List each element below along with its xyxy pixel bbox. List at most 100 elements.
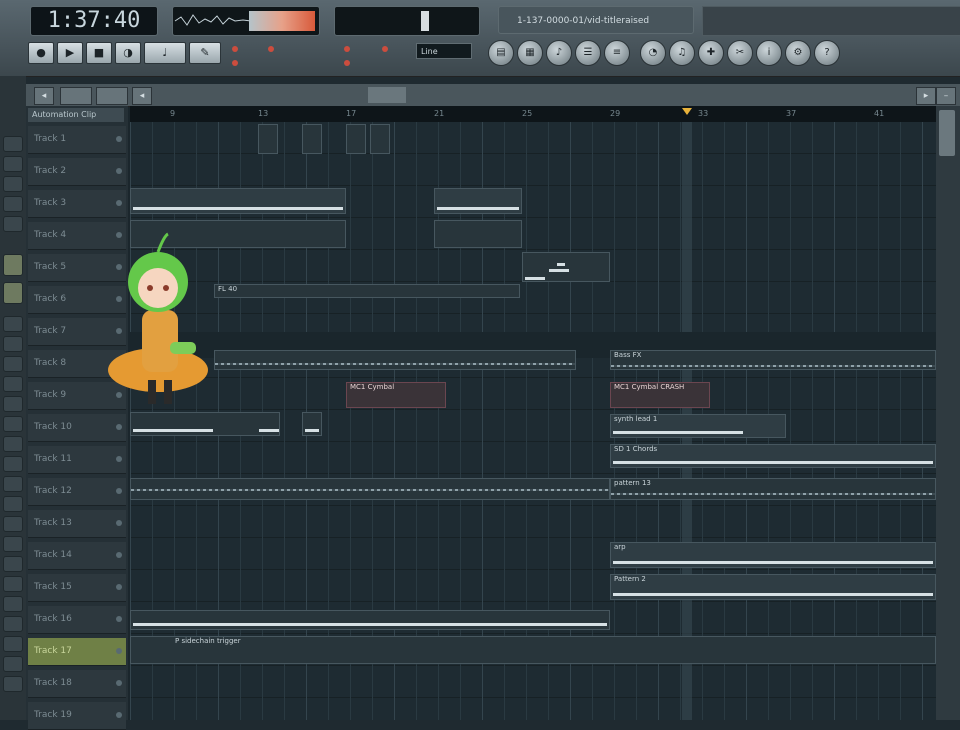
vertical-scrollbar[interactable]	[936, 106, 960, 720]
metronome-led[interactable]	[232, 46, 238, 52]
track-header[interactable]: Track 16	[28, 606, 126, 634]
tempo-button[interactable]: ♩	[144, 42, 186, 64]
vertical-scroll-thumb[interactable]	[939, 110, 955, 156]
browser-item[interactable]	[3, 496, 23, 512]
browser-item[interactable]	[3, 556, 23, 572]
automation-clip[interactable]: P sidechain trigger	[130, 636, 936, 664]
step-edit-led[interactable]	[344, 60, 350, 66]
pattern-clip[interactable]	[130, 188, 346, 214]
track-mute-icon[interactable]	[116, 168, 122, 174]
track-mute-icon[interactable]	[116, 616, 122, 622]
pattern-clip[interactable]: SD 1 Chords	[610, 444, 936, 468]
playlist-menu-icon[interactable]: ◂	[34, 87, 54, 105]
track-header[interactable]: Track 17	[28, 638, 126, 666]
step-sequencer-icon[interactable]: ▦	[517, 40, 543, 66]
browser-icon[interactable]: ☰	[575, 40, 601, 66]
audio-clip[interactable]	[214, 350, 576, 370]
info-icon[interactable]: i	[756, 40, 782, 66]
pattern-clip[interactable]	[302, 412, 322, 436]
wait-led[interactable]	[268, 46, 274, 52]
pattern-clip[interactable]	[370, 124, 390, 154]
track-header[interactable]: Track 10	[28, 414, 126, 442]
track-mute-icon[interactable]	[116, 456, 122, 462]
track-header[interactable]: Track 2	[28, 158, 126, 186]
pattern-clip[interactable]	[434, 188, 522, 214]
audio-clip[interactable]	[130, 610, 610, 630]
pattern-clip[interactable]: synth lead 1	[610, 414, 786, 438]
track-mute-icon[interactable]	[116, 552, 122, 558]
browser-item[interactable]	[3, 616, 23, 632]
stop-button[interactable]: ■	[86, 42, 112, 64]
pattern-clip[interactable]	[130, 412, 280, 436]
pattern-clip[interactable]	[258, 124, 278, 154]
tempo-icon[interactable]: ♫	[669, 40, 695, 66]
cpu-icon[interactable]: ◔	[640, 40, 666, 66]
playlist-grid[interactable]: 9 13 17 21 25 29 33 37 41 FL 40 Bass FX MC1 Cymb…	[130, 106, 936, 720]
browser-item[interactable]	[3, 282, 23, 304]
track-mute-icon[interactable]	[116, 648, 122, 654]
browser-item[interactable]	[3, 176, 23, 192]
plugin-icon[interactable]: ✚	[698, 40, 724, 66]
browser-item[interactable]	[3, 596, 23, 612]
track-header[interactable]: Track 12	[28, 478, 126, 506]
browser-item[interactable]	[3, 536, 23, 552]
song-time-display[interactable]: 1:37:40	[30, 6, 158, 36]
play-button[interactable]: ▶	[57, 42, 83, 64]
track-header[interactable]: Track 18	[28, 670, 126, 698]
track-mute-icon[interactable]	[116, 584, 122, 590]
browser-item[interactable]	[3, 356, 23, 372]
overdub-led[interactable]	[232, 60, 238, 66]
pattern-clip[interactable]: arp	[610, 542, 936, 568]
track-mute-icon[interactable]	[116, 520, 122, 526]
track-header[interactable]: Track 3	[28, 190, 126, 218]
tools-icon[interactable]: ✂	[727, 40, 753, 66]
browser-item[interactable]	[3, 416, 23, 432]
browser-item[interactable]	[3, 516, 23, 532]
scroll-right-icon[interactable]: ▸	[916, 87, 936, 105]
browser-item[interactable]	[3, 476, 23, 492]
track-mute-icon[interactable]	[116, 424, 122, 430]
browser-item[interactable]	[3, 676, 23, 692]
pattern-clip[interactable]	[346, 124, 366, 154]
track-header[interactable]: Track 13	[28, 510, 126, 538]
countdown-led[interactable]	[344, 46, 350, 52]
browser-item[interactable]	[3, 436, 23, 452]
track-header[interactable]: Track 14	[28, 542, 126, 570]
audio-clip[interactable]: MC1 Cymbal	[346, 382, 446, 408]
browser-item[interactable]	[3, 396, 23, 412]
pattern-clip[interactable]: Pattern 2	[610, 574, 936, 600]
track-mute-icon[interactable]	[116, 200, 122, 206]
mixer-icon[interactable]: ≡	[604, 40, 630, 66]
audio-clip[interactable]: Bass FX	[610, 350, 936, 370]
minimize-icon[interactable]: –	[936, 87, 956, 105]
blend-notes-button[interactable]: ✎	[189, 42, 221, 64]
browser-item[interactable]	[3, 316, 23, 332]
pattern-clip[interactable]	[522, 252, 610, 282]
track-header[interactable]: Track 1	[28, 126, 126, 154]
browser-item[interactable]	[3, 656, 23, 672]
pattern-clip[interactable]	[434, 220, 522, 248]
track-header[interactable]: Track 15	[28, 574, 126, 602]
browser-item[interactable]	[3, 336, 23, 352]
tool-selector[interactable]	[60, 87, 92, 105]
pattern-selector[interactable]	[96, 87, 128, 105]
playhead-marker-icon[interactable]	[682, 108, 692, 115]
browser-item[interactable]	[3, 196, 23, 212]
browser-item[interactable]	[3, 376, 23, 392]
settings-icon[interactable]: ⚙	[785, 40, 811, 66]
record-button[interactable]: ●	[28, 42, 54, 64]
playlist-icon[interactable]: ▤	[488, 40, 514, 66]
help-icon[interactable]: ?	[814, 40, 840, 66]
track-mute-icon[interactable]	[116, 680, 122, 686]
browser-item[interactable]	[3, 156, 23, 172]
pattern-tab[interactable]: Automation Clip	[28, 108, 124, 122]
scroll-left-icon[interactable]: ◂	[132, 87, 152, 105]
track-header[interactable]: Track 19	[28, 702, 126, 730]
loop-record-led[interactable]	[382, 46, 388, 52]
audio-clip[interactable]: FL 40	[214, 284, 520, 298]
pattern-song-toggle[interactable]: ◑	[115, 42, 141, 64]
browser-item[interactable]	[3, 136, 23, 152]
browser-item[interactable]	[3, 456, 23, 472]
browser-item[interactable]	[3, 254, 23, 276]
track-header[interactable]: Track 11	[28, 446, 126, 474]
